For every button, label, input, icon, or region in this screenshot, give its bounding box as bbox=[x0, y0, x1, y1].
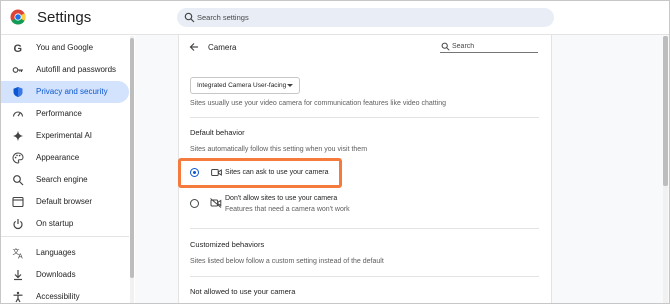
sidebar-item-label: Accessibility bbox=[36, 292, 80, 301]
sidebar-item-privacy-and-security[interactable]: Privacy and security bbox=[0, 81, 129, 103]
translate-icon: 文A bbox=[12, 247, 24, 259]
sidebar-scrollbar-thumb[interactable] bbox=[130, 38, 134, 278]
download-icon bbox=[12, 269, 24, 281]
sidebar-item-autofill[interactable]: Autofill and passwords bbox=[0, 59, 129, 81]
camera-device-select[interactable]: Integrated Camera User-facing bbox=[190, 77, 300, 94]
speedometer-icon bbox=[12, 108, 24, 120]
sidebar-item-downloads[interactable]: Downloads bbox=[0, 264, 129, 286]
sidebar-scrollbar[interactable] bbox=[130, 36, 134, 304]
camera-search-field[interactable] bbox=[440, 41, 538, 53]
settings-header: Settings bbox=[0, 0, 670, 34]
sidebar-item-label: You and Google bbox=[36, 43, 94, 52]
sidebar-item-default-browser[interactable]: Default browser bbox=[0, 191, 129, 213]
sidebar-item-label: Appearance bbox=[36, 153, 80, 162]
palette-icon bbox=[12, 152, 24, 164]
section-divider bbox=[190, 276, 539, 277]
search-icon bbox=[12, 174, 24, 186]
svg-text:A: A bbox=[18, 254, 23, 260]
chrome-logo-icon bbox=[10, 9, 26, 25]
block-camera-sublabel: Features that need a camera won't work bbox=[225, 206, 350, 213]
settings-search-input[interactable] bbox=[197, 10, 537, 24]
sparkle-icon bbox=[12, 130, 24, 142]
app-title: Settings bbox=[37, 9, 92, 26]
sidebar-item-appearance[interactable]: Appearance bbox=[0, 147, 129, 169]
key-icon bbox=[12, 64, 24, 76]
sidebar-item-label: Autofill and passwords bbox=[36, 65, 117, 74]
accessibility-icon bbox=[12, 291, 24, 303]
dropdown-caret-icon bbox=[287, 84, 293, 87]
sidebar-item-label: Search engine bbox=[36, 175, 88, 184]
svg-text:G: G bbox=[14, 43, 23, 54]
default-behavior-description: Sites automatically follow this setting … bbox=[190, 146, 368, 153]
main-scrollbar[interactable] bbox=[663, 36, 668, 304]
back-arrow-icon[interactable] bbox=[189, 42, 199, 52]
camera-off-icon bbox=[210, 198, 222, 208]
sidebar-item-label: Default browser bbox=[36, 197, 93, 206]
sidebar-item-accessibility[interactable]: Accessibility bbox=[0, 286, 129, 308]
sidebar: G You and Google Autofill and passwords … bbox=[0, 35, 135, 304]
block-camera-label[interactable]: Don't allow sites to use your camera bbox=[225, 195, 337, 202]
sidebar-item-label: Experimental AI bbox=[36, 131, 93, 140]
main-scrollbar-thumb[interactable] bbox=[663, 36, 668, 186]
browser-icon bbox=[12, 196, 24, 208]
settings-search-bar[interactable] bbox=[177, 8, 554, 27]
not-allowed-heading: Not allowed to use your camera bbox=[190, 287, 296, 296]
sidebar-item-label: Downloads bbox=[36, 270, 76, 279]
sidebar-item-label: Languages bbox=[36, 248, 76, 257]
search-icon bbox=[184, 12, 195, 23]
sidebar-item-on-startup[interactable]: On startup bbox=[0, 213, 129, 235]
sidebar-divider bbox=[0, 236, 129, 237]
sidebar-item-performance[interactable]: Performance bbox=[0, 103, 129, 125]
sidebar-item-languages[interactable]: 文A Languages bbox=[0, 242, 129, 264]
shield-icon bbox=[12, 86, 24, 98]
sidebar-item-experimental-ai[interactable]: Experimental AI bbox=[0, 125, 129, 147]
camera-description: Sites usually use your video camera for … bbox=[190, 100, 447, 107]
block-camera-radio[interactable] bbox=[190, 199, 199, 208]
highlight-box bbox=[178, 158, 342, 188]
sidebar-item-search-engine[interactable]: Search engine bbox=[0, 169, 129, 191]
customized-behaviors-heading: Customized behaviors bbox=[190, 240, 265, 249]
sidebar-item-you-and-google[interactable]: G You and Google bbox=[0, 37, 129, 59]
google-icon: G bbox=[12, 42, 24, 54]
customized-behaviors-description: Sites listed below follow a custom setti… bbox=[190, 258, 384, 265]
default-behavior-heading: Default behavior bbox=[190, 128, 245, 137]
sidebar-item-label: Privacy and security bbox=[36, 87, 108, 96]
search-icon bbox=[441, 42, 450, 51]
section-divider bbox=[190, 117, 539, 118]
power-icon bbox=[12, 218, 24, 230]
sidebar-item-label: On startup bbox=[36, 219, 74, 228]
camera-search-input[interactable] bbox=[452, 41, 536, 51]
sidebar-item-label: Performance bbox=[36, 109, 82, 118]
camera-device-value: Integrated Camera User-facing bbox=[197, 82, 287, 89]
section-divider bbox=[190, 228, 539, 229]
page-title: Camera bbox=[208, 43, 237, 52]
